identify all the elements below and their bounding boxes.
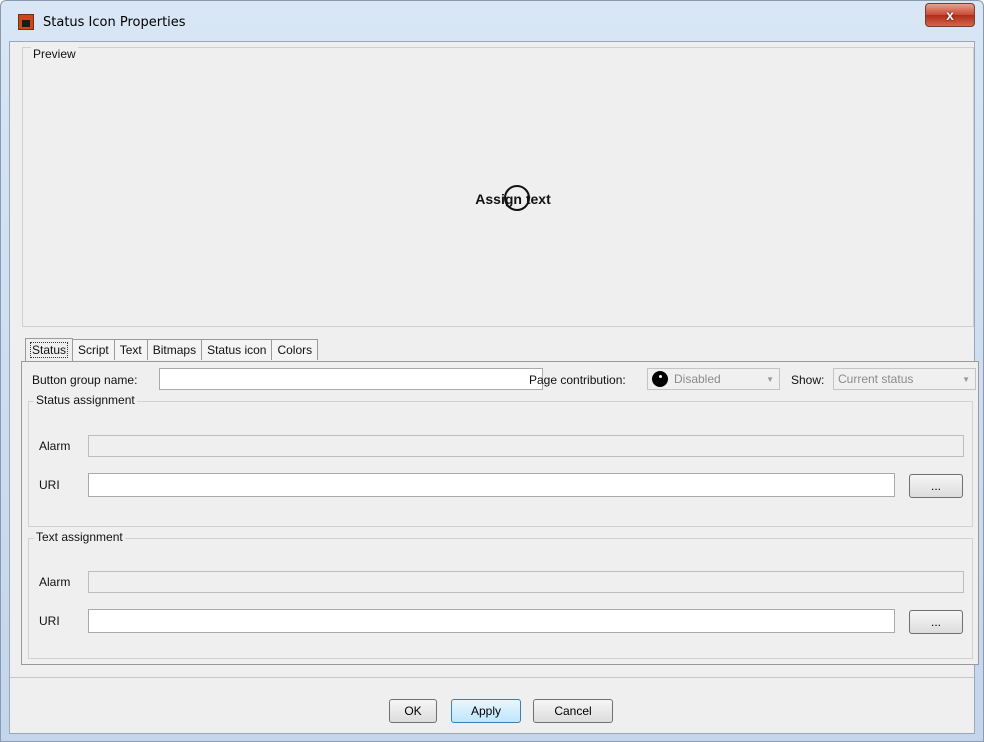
tab-status[interactable]: Status [25,338,74,361]
alarm-field [88,571,964,593]
close-button[interactable]: x [925,3,975,27]
status-assignment-label: Status assignment [34,393,137,407]
status-assignment-group: Status assignment Alarm URI ... [28,393,973,527]
ok-button[interactable]: OK [389,699,437,723]
tab-colors[interactable]: Colors [271,339,319,360]
tab-bar: Status Script Text Bitmaps Status icon C… [25,338,319,361]
tab-script[interactable]: Script [72,339,115,360]
show-label: Show: [791,373,825,387]
page-contribution-select[interactable]: Disabled ▼ [647,368,780,390]
title-bar: Status Icon Properties x [1,1,983,41]
text-assignment-group: Text assignment Alarm URI ... [28,530,973,659]
tab-text[interactable]: Text [113,339,148,360]
tab-bitmaps[interactable]: Bitmaps [146,339,203,360]
browse-uri-button[interactable]: ... [909,474,963,498]
cancel-button[interactable]: Cancel [533,699,613,723]
preview-label: Preview [31,47,78,61]
chevron-down-icon: ▼ [766,375,774,384]
dialog-body: Preview Assign text Status Script Text B… [9,41,979,734]
status-tab-panel: Button group name: Page contribution: Di… [21,361,979,665]
preview-panel: Preview Assign text [22,47,974,327]
button-group-label: Button group name: [32,373,138,387]
uri-input[interactable] [88,473,895,497]
preview-text: Assign text [475,191,551,207]
uri-input[interactable] [88,609,895,633]
dialog-window: Status Icon Properties x Preview Assign … [0,0,984,742]
footer-divider [10,677,974,678]
page-contribution-label: Page contribution: [529,373,626,387]
browse-uri-button[interactable]: ... [909,610,963,634]
status-dot-icon [652,371,668,387]
button-group-input[interactable] [159,368,543,390]
app-icon [18,14,34,30]
preview-icon: Assign text [453,184,573,214]
apply-button[interactable]: Apply [451,699,521,723]
uri-label: URI [39,614,60,628]
alarm-label: Alarm [39,575,71,589]
uri-label: URI [39,478,60,492]
chevron-down-icon: ▼ [962,375,970,384]
text-assignment-label: Text assignment [34,530,125,544]
tab-status-icon[interactable]: Status icon [201,339,273,360]
alarm-field [88,435,964,457]
window-title: Status Icon Properties [43,15,186,30]
alarm-label: Alarm [39,439,71,453]
show-select[interactable]: Current status ▼ [833,368,976,390]
